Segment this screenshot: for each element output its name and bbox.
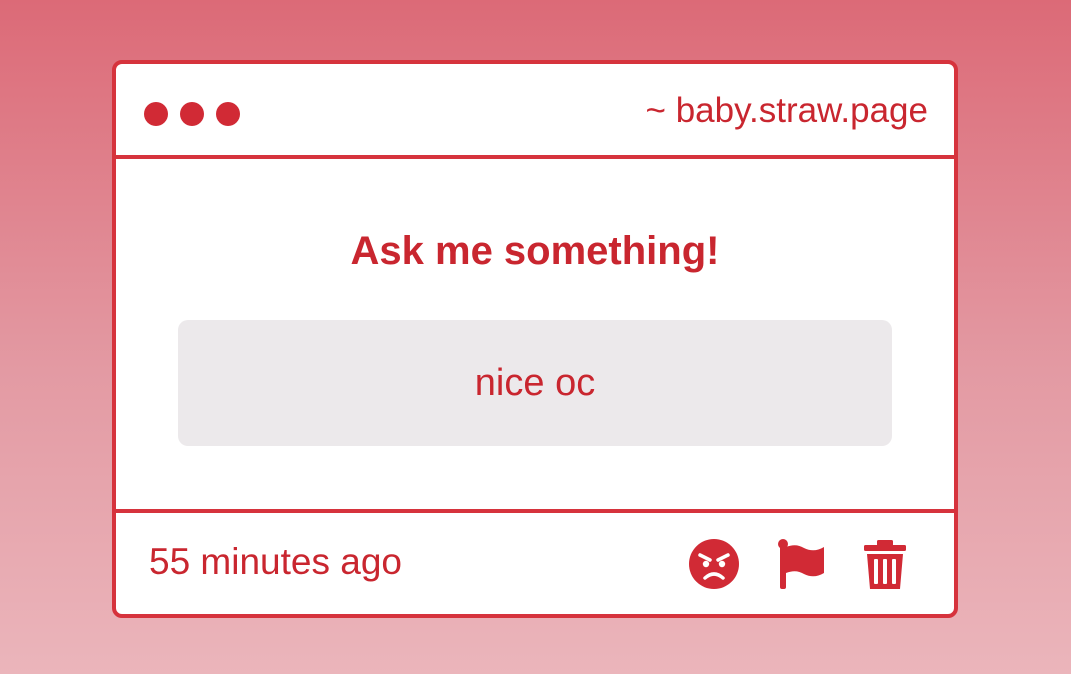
question-label: nice oc: [474, 361, 596, 404]
page-title: Ask me something!: [350, 229, 720, 273]
window-dot-icon: [180, 102, 204, 126]
page-url: ~ baby.straw.page: [645, 91, 928, 130]
angry-reaction-button[interactable]: [687, 537, 741, 591]
flag-icon: [778, 539, 824, 589]
question-content: Ask me something! nice oc: [116, 159, 954, 513]
trash-icon: [864, 540, 906, 589]
card-footer: 55 minutes ago: [116, 513, 954, 614]
question-text: nice oc: [178, 320, 892, 446]
report-button[interactable]: [774, 537, 828, 591]
window-controls: [144, 102, 240, 126]
timestamp: 55 minutes ago: [149, 541, 403, 582]
window-titlebar: ~ baby.straw.page: [116, 64, 954, 159]
window-dot-icon: [216, 102, 240, 126]
delete-button[interactable]: [858, 537, 912, 591]
question-card: ~ baby.straw.page Ask me something! nice…: [112, 60, 958, 618]
angry-face-icon: [689, 539, 739, 589]
window-dot-icon: [144, 102, 168, 126]
